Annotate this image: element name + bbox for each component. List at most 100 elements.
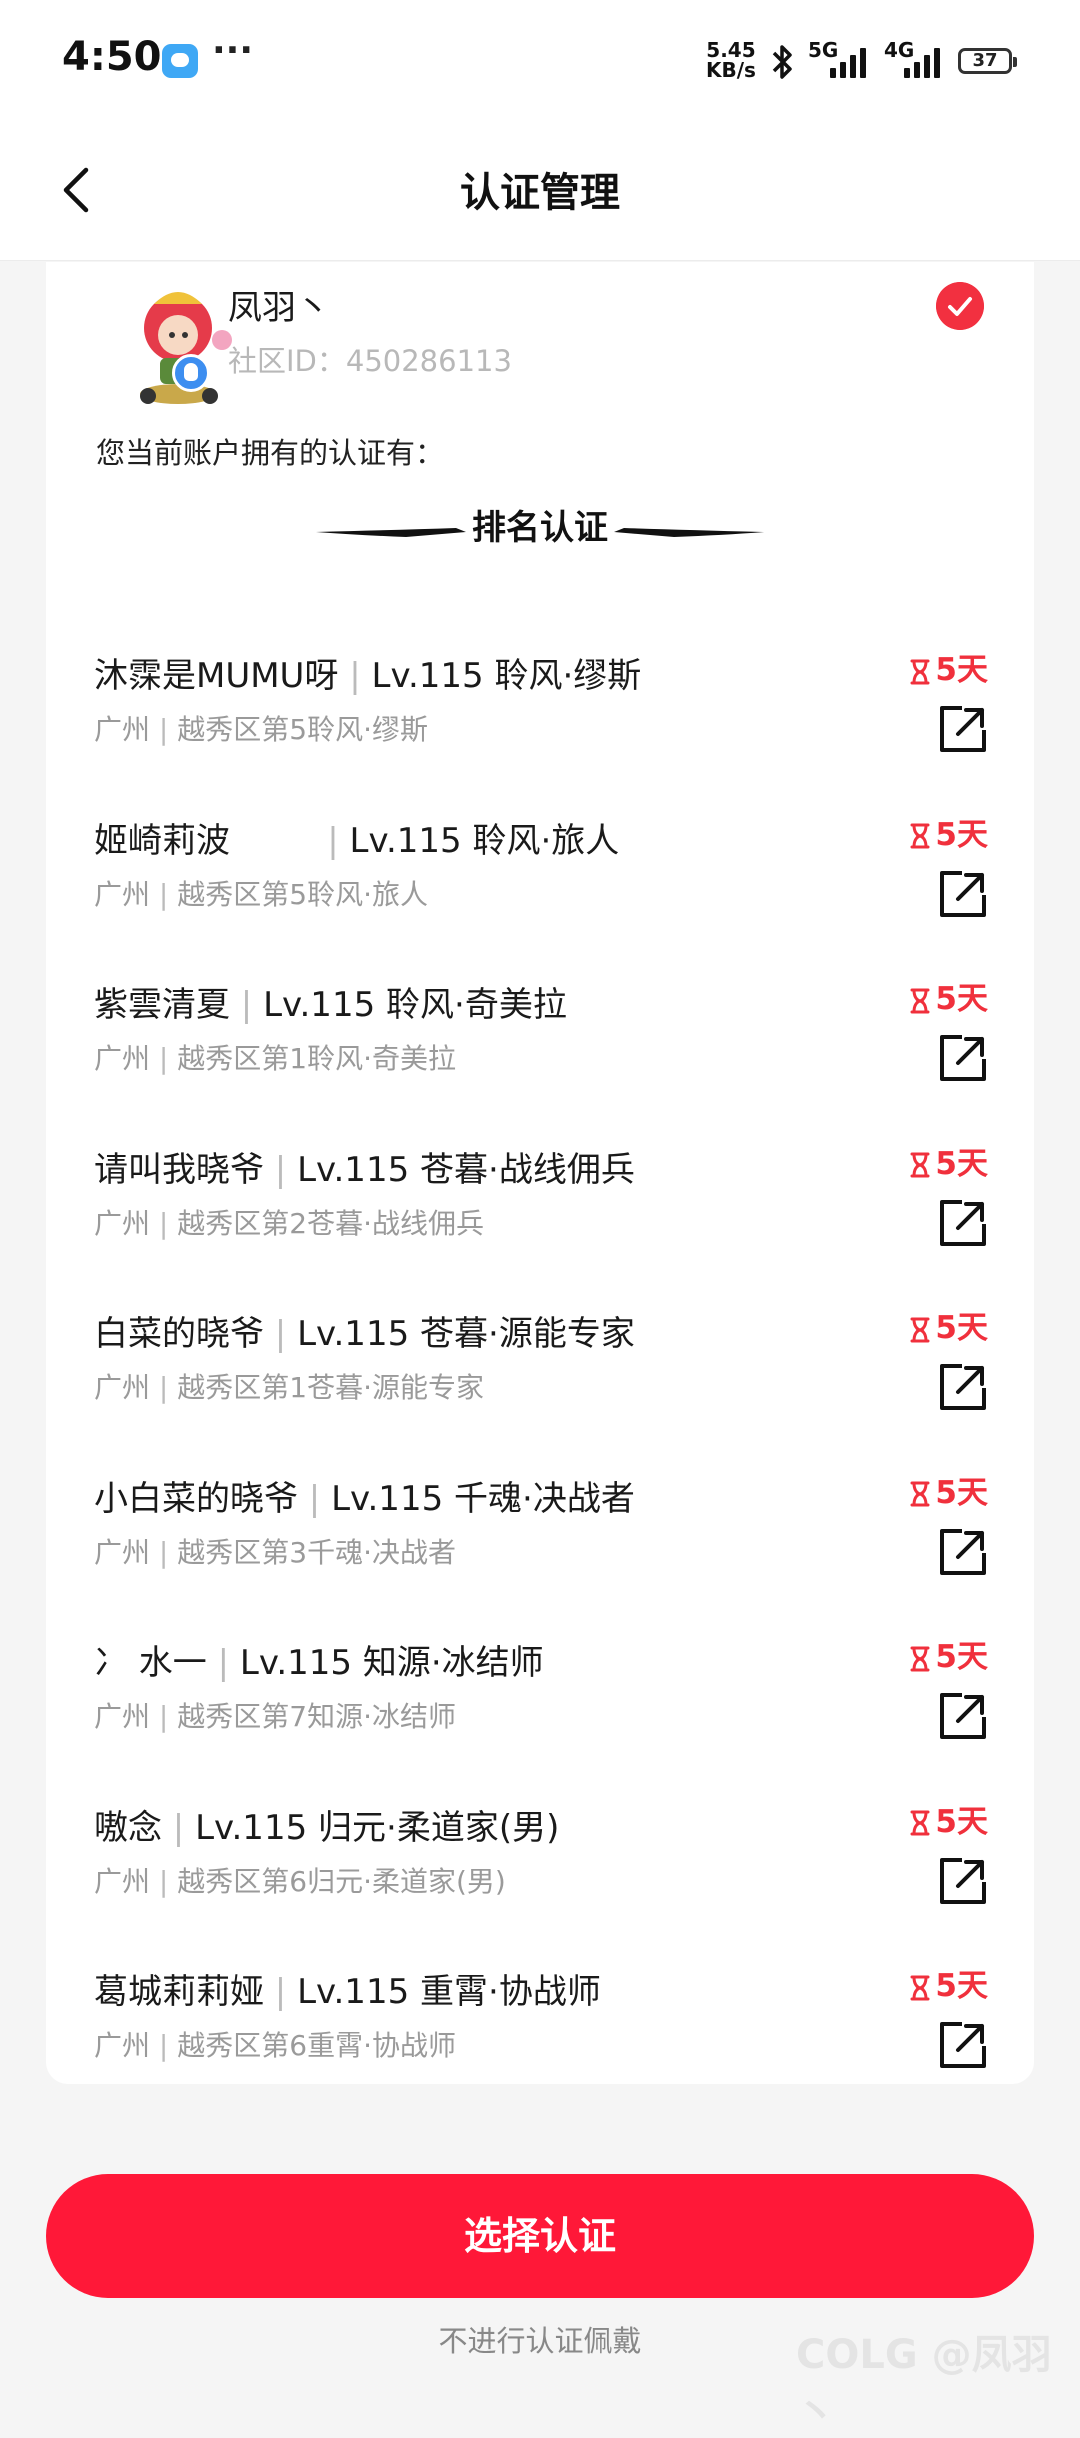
certification-row[interactable]: 葛城莉莉娅 | Lv.115 重霄·协战师广州 | 越秀区第6重霄·协战师 5天 [46, 1956, 1034, 2120]
cert-level: Lv.115 知源·冰结师 [239, 1643, 544, 1683]
section-right-flourish [614, 528, 764, 537]
more-notifications-icon: ··· [212, 30, 254, 71]
selected-check-icon[interactable] [936, 282, 984, 330]
cert-region: 广州 [94, 1206, 151, 1240]
certification-row[interactable]: 姬崎莉波 | Lv.115 聆风·旅人广州 | 越秀区第5聆风·旅人 5天 [46, 805, 1034, 969]
cert-level: Lv.115 重霄·协战师 [297, 1972, 601, 2012]
days-value: 5天 [935, 981, 988, 1017]
days-value: 5天 [935, 652, 988, 688]
separator: | [150, 1206, 178, 1240]
separator: | [206, 1643, 240, 1683]
separator: | [150, 1371, 178, 1404]
external-link-icon[interactable] [936, 1854, 990, 1908]
cert-detail: 广州 | 越秀区第1苍暮·源能专家 [94, 1366, 484, 1406]
cert-player-name: 紫雲清夏 [94, 985, 230, 1025]
hourglass-icon [910, 1975, 930, 2000]
signal-4g-icon [904, 48, 944, 78]
cert-title: 沐霂是MUMU呀 | Lv.115 聆风·缪斯 [94, 648, 641, 697]
cert-title: 葛城莉莉娅 | Lv.115 重霄·协战师 [94, 1964, 601, 2013]
cert-level: Lv.115 千魂·决战者 [331, 1478, 635, 1519]
external-link-icon[interactable] [936, 1525, 990, 1579]
section-header: 排名认证 [46, 500, 1034, 560]
cert-rank: 越秀区第7知源·冰结师 [177, 1700, 456, 1733]
cert-detail: 广州 | 越秀区第7知源·冰结师 [94, 1695, 456, 1735]
separator: | [316, 820, 350, 861]
cert-player-name: 请叫我晓爷 [94, 1149, 264, 1190]
intro-text: 您当前账户拥有的认证有： [96, 436, 445, 470]
certification-row[interactable]: 嗷念 | Lv.115 归元·柔道家(男) 广州 | 越秀区第6归元·柔道家(男)… [46, 1792, 1034, 1956]
cert-region: 广州 [94, 1535, 151, 1569]
separator: | [264, 1314, 298, 1354]
days-value: 5天 [935, 1968, 988, 2004]
days-remaining: 5天 [909, 1138, 988, 1183]
cert-rank: 越秀区第1苍暮·源能专家 [177, 1371, 484, 1404]
external-link-icon[interactable] [936, 2018, 990, 2072]
cert-rank: 越秀区第5聆风·旅人 [177, 877, 428, 911]
hourglass-icon [910, 988, 930, 1013]
days-value: 5天 [935, 1639, 988, 1675]
certification-row[interactable]: 白菜的晓爷 | Lv.115 苍暮·源能专家广州 | 越秀区第1苍暮·源能专家 5… [46, 1298, 1034, 1462]
cert-player-name: 冫 水一 [94, 1643, 207, 1683]
page-title: 认证管理 [460, 170, 620, 216]
cert-region: 广州 [94, 713, 151, 746]
certification-row[interactable]: 紫雲清夏 | Lv.115 聆风·奇美拉广州 | 越秀区第1聆风·奇美拉 5天 [46, 969, 1034, 1133]
cert-title: 紫雲清夏 | Lv.115 聆风·奇美拉 [94, 977, 567, 1026]
network-speed: 5.45 KB/s [706, 38, 756, 82]
cert-level: Lv.115 苍暮·源能专家 [297, 1314, 635, 1354]
separator: | [264, 1972, 298, 2012]
cert-player-name: 嗷念 [94, 1807, 162, 1848]
cert-detail: 广州 | 越秀区第6归元·柔道家(男) [94, 1860, 506, 1900]
certification-row[interactable]: 小白菜的晓爷 | Lv.115 千魂·决战者 广州 | 越秀区第3千魂·决战者 5天 [46, 1463, 1034, 1627]
external-link-icon[interactable] [936, 702, 990, 756]
section-title: 排名认证 [472, 508, 608, 548]
hourglass-icon [910, 823, 930, 849]
status-bar: 4:50 ··· 5.45 KB/s 5G 4G 37 [0, 0, 1080, 120]
days-value: 5天 [935, 1310, 988, 1346]
cert-level: Lv.115 归元·柔道家(男) [195, 1807, 560, 1848]
cert-region: 广州 [94, 1864, 151, 1898]
cert-title: 冫 水一 | Lv.115 知源·冰结师 [94, 1635, 544, 1684]
cert-detail: 广州 | 越秀区第3千魂·决战者 [94, 1531, 456, 1571]
cert-rank: 越秀区第3千魂·决战者 [177, 1535, 456, 1569]
nav-bar: 认证管理 [0, 120, 1080, 261]
cert-level: Lv.115 聆风·旅人 [349, 820, 620, 861]
cert-region: 广州 [94, 1700, 151, 1733]
cert-title: 白菜的晓爷 | Lv.115 苍暮·源能专家 [94, 1306, 635, 1355]
cert-rank: 越秀区第6归元·柔道家(男) [177, 1864, 506, 1898]
days-value: 5天 [935, 1145, 988, 1182]
separator: | [150, 1535, 178, 1569]
days-remaining: 5天 [909, 1960, 988, 2005]
days-remaining: 5天 [909, 973, 988, 1018]
hourglass-icon [910, 1152, 930, 1178]
days-remaining: 5天 [909, 644, 988, 689]
cert-player-name: 白菜的晓爷 [94, 1314, 264, 1354]
external-link-icon[interactable] [936, 1689, 990, 1743]
cert-detail: 广州 | 越秀区第5聆风·旅人 [94, 873, 428, 913]
hourglass-icon [910, 1646, 930, 1671]
select-certification-button[interactable]: 选择认证 [46, 2174, 1034, 2298]
cert-player-name: 姬崎莉波 [94, 820, 317, 861]
cert-rank: 越秀区第2苍暮·战线佣兵 [177, 1206, 484, 1240]
external-link-icon[interactable] [936, 1031, 990, 1085]
cert-detail: 广州 | 越秀区第1聆风·奇美拉 [94, 1037, 456, 1077]
external-link-icon[interactable] [936, 1360, 990, 1414]
certification-row[interactable]: 沐霂是MUMU呀 | Lv.115 聆风·缪斯 广州 | 越秀区第5聆风·缪斯 5天 [46, 640, 1034, 804]
cert-rank: 越秀区第5聆风·缪斯 [177, 713, 428, 746]
community-id: 社区ID：450286113 [228, 344, 512, 378]
cert-level: Lv.115 聆风·奇美拉 [263, 985, 567, 1025]
certification-row[interactable]: 冫 水一 | Lv.115 知源·冰结师广州 | 越秀区第7知源·冰结师 5天 [46, 1627, 1034, 1791]
cert-player-name: 小白菜的晓爷 [94, 1478, 298, 1519]
days-remaining: 5天 [909, 1631, 988, 1676]
hourglass-icon [910, 1810, 930, 1836]
separator: | [150, 2029, 178, 2062]
separator: | [150, 1700, 178, 1733]
separator: | [298, 1478, 332, 1519]
certification-row[interactable]: 请叫我晓爷 | Lv.115 苍暮·战线佣兵 广州 | 越秀区第2苍暮·战线佣兵 5… [46, 1134, 1034, 1298]
bluetooth-icon [772, 45, 792, 79]
cert-player-name: 沐霂是MUMU呀 [94, 656, 339, 696]
days-remaining: 5天 [909, 809, 988, 854]
status-time: 4:50 [62, 34, 162, 80]
external-link-icon[interactable] [936, 1196, 990, 1250]
external-link-icon[interactable] [936, 867, 990, 921]
cert-detail: 广州 | 越秀区第6重霄·协战师 [94, 2024, 456, 2064]
